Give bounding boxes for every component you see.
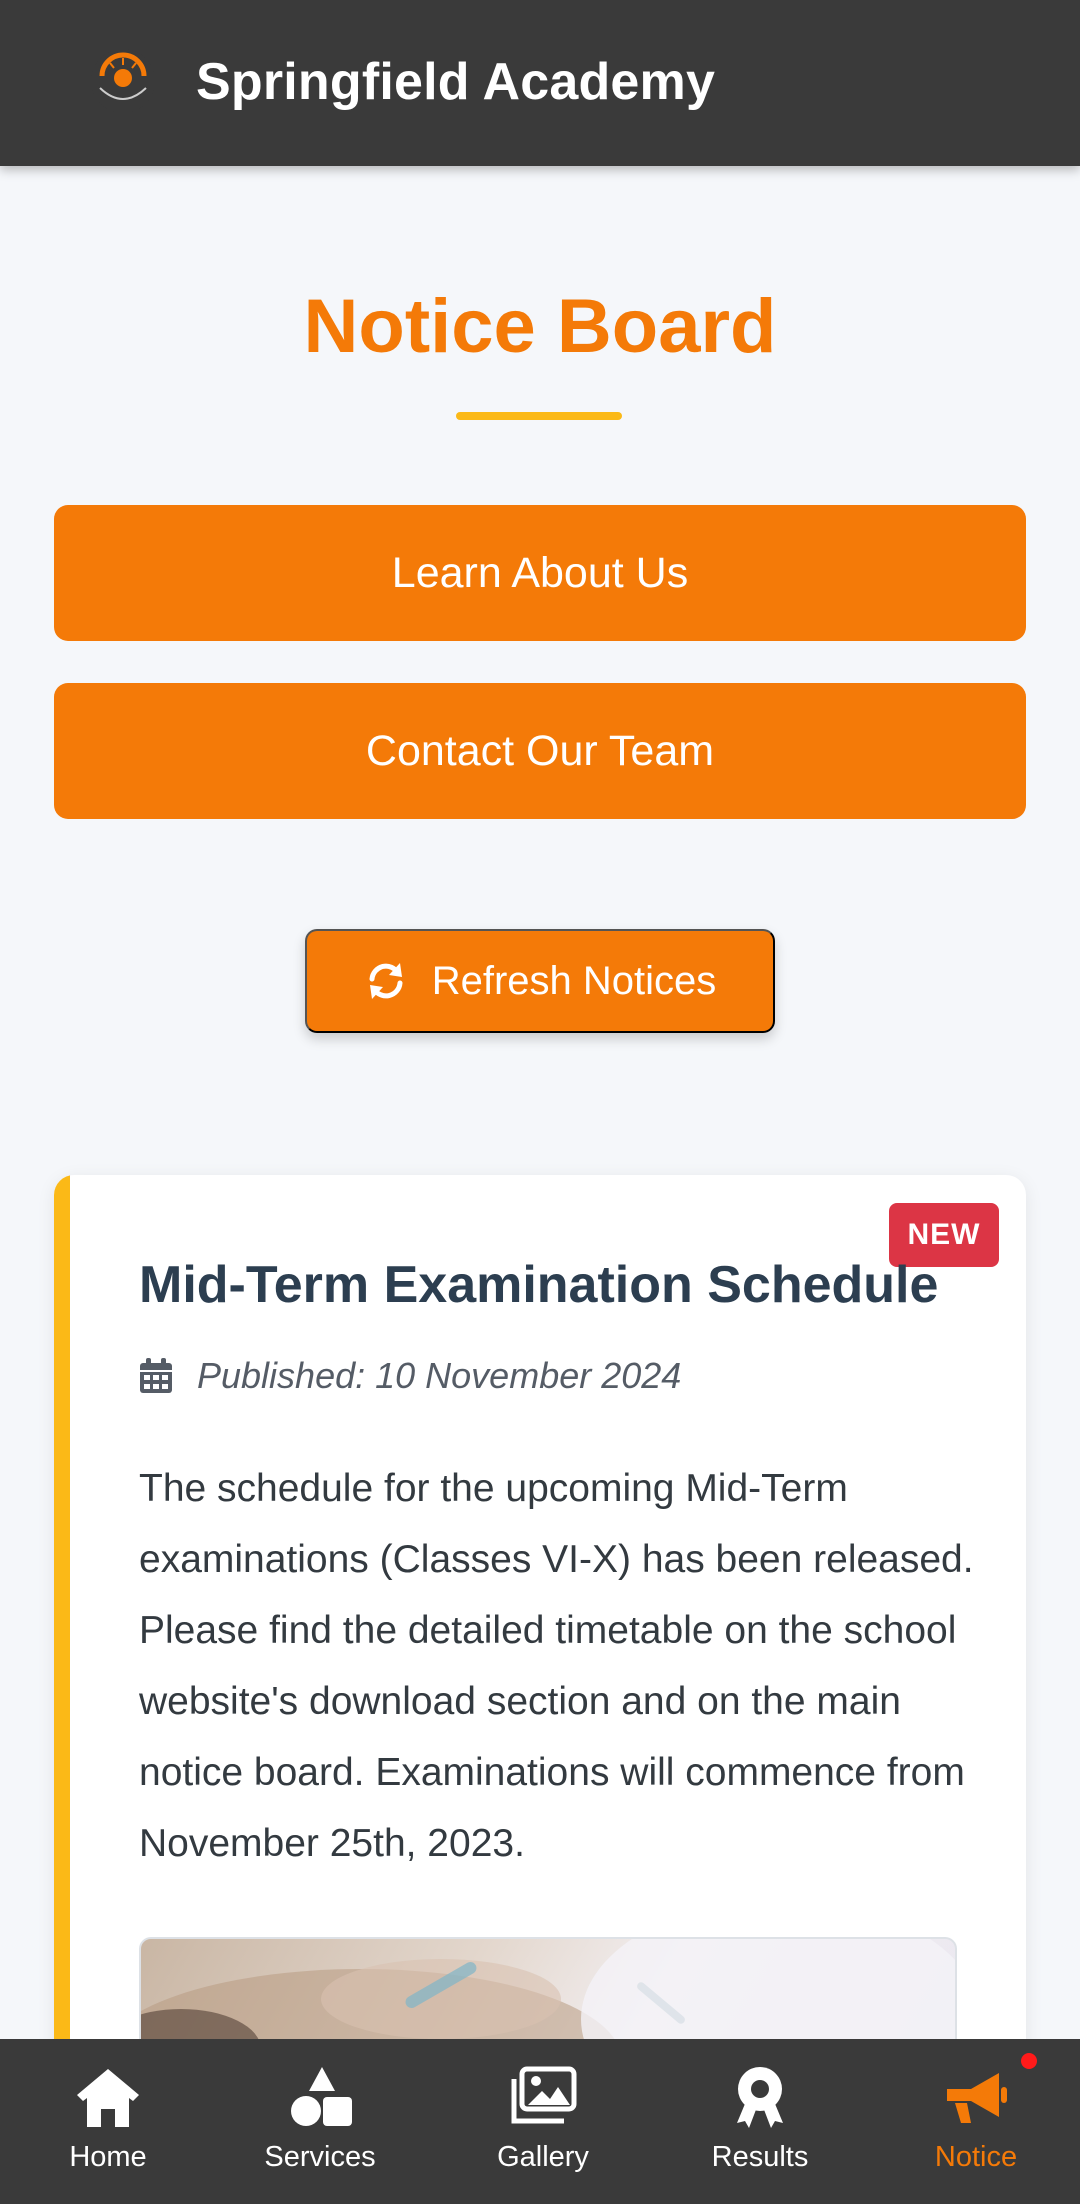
nav-label-gallery: Gallery bbox=[497, 2141, 589, 2173]
nav-label-results: Results bbox=[711, 2141, 809, 2173]
nav-item-results[interactable]: Results bbox=[652, 2039, 868, 2204]
page: Springfield Academy Notice Board Learn A… bbox=[0, 0, 1080, 2204]
nav-item-home[interactable]: Home bbox=[0, 2039, 216, 2204]
notification-dot bbox=[1021, 2053, 1037, 2069]
home-icon bbox=[77, 2069, 139, 2127]
megaphone-icon bbox=[947, 2073, 1007, 2123]
nav-label-home: Home bbox=[69, 2141, 147, 2173]
shapes-icon bbox=[291, 2067, 352, 2126]
calendar-icon bbox=[140, 1358, 172, 1393]
refresh-icon bbox=[369, 963, 403, 999]
app-title: Springfield Academy bbox=[196, 53, 716, 111]
title-underline bbox=[456, 412, 622, 420]
nav-item-notice[interactable]: Notice bbox=[868, 2039, 1080, 2204]
learn-about-button[interactable]: Learn About Us bbox=[54, 505, 1026, 641]
page-title: Notice Board bbox=[303, 284, 777, 369]
nav-label-services: Services bbox=[264, 2141, 376, 2173]
school-logo bbox=[91, 49, 155, 113]
notice-date-row: Published: 10 November 2024 bbox=[139, 1355, 681, 1397]
refresh-label: Refresh Notices bbox=[431, 958, 717, 1003]
app-header: Springfield Academy bbox=[0, 0, 1080, 166]
award-icon bbox=[737, 2067, 783, 2128]
contact-team-button[interactable]: Contact Our Team bbox=[54, 683, 1026, 819]
images-icon bbox=[511, 2066, 577, 2124]
notice-body: The schedule for the upcoming Mid-Term e… bbox=[139, 1467, 974, 1865]
notice-title: Mid-Term Examination Schedule bbox=[139, 1256, 939, 1314]
refresh-notices-button[interactable]: Refresh Notices bbox=[305, 929, 775, 1033]
bottom-nav: Home Services Gallery Results Notice bbox=[0, 2039, 1080, 2204]
nav-label-notice: Notice bbox=[934, 2141, 1018, 2173]
notice-published-date: Published: 10 November 2024 bbox=[197, 1355, 682, 1396]
nav-item-gallery[interactable]: Gallery bbox=[435, 2039, 651, 2204]
nav-item-services[interactable]: Services bbox=[212, 2039, 428, 2204]
